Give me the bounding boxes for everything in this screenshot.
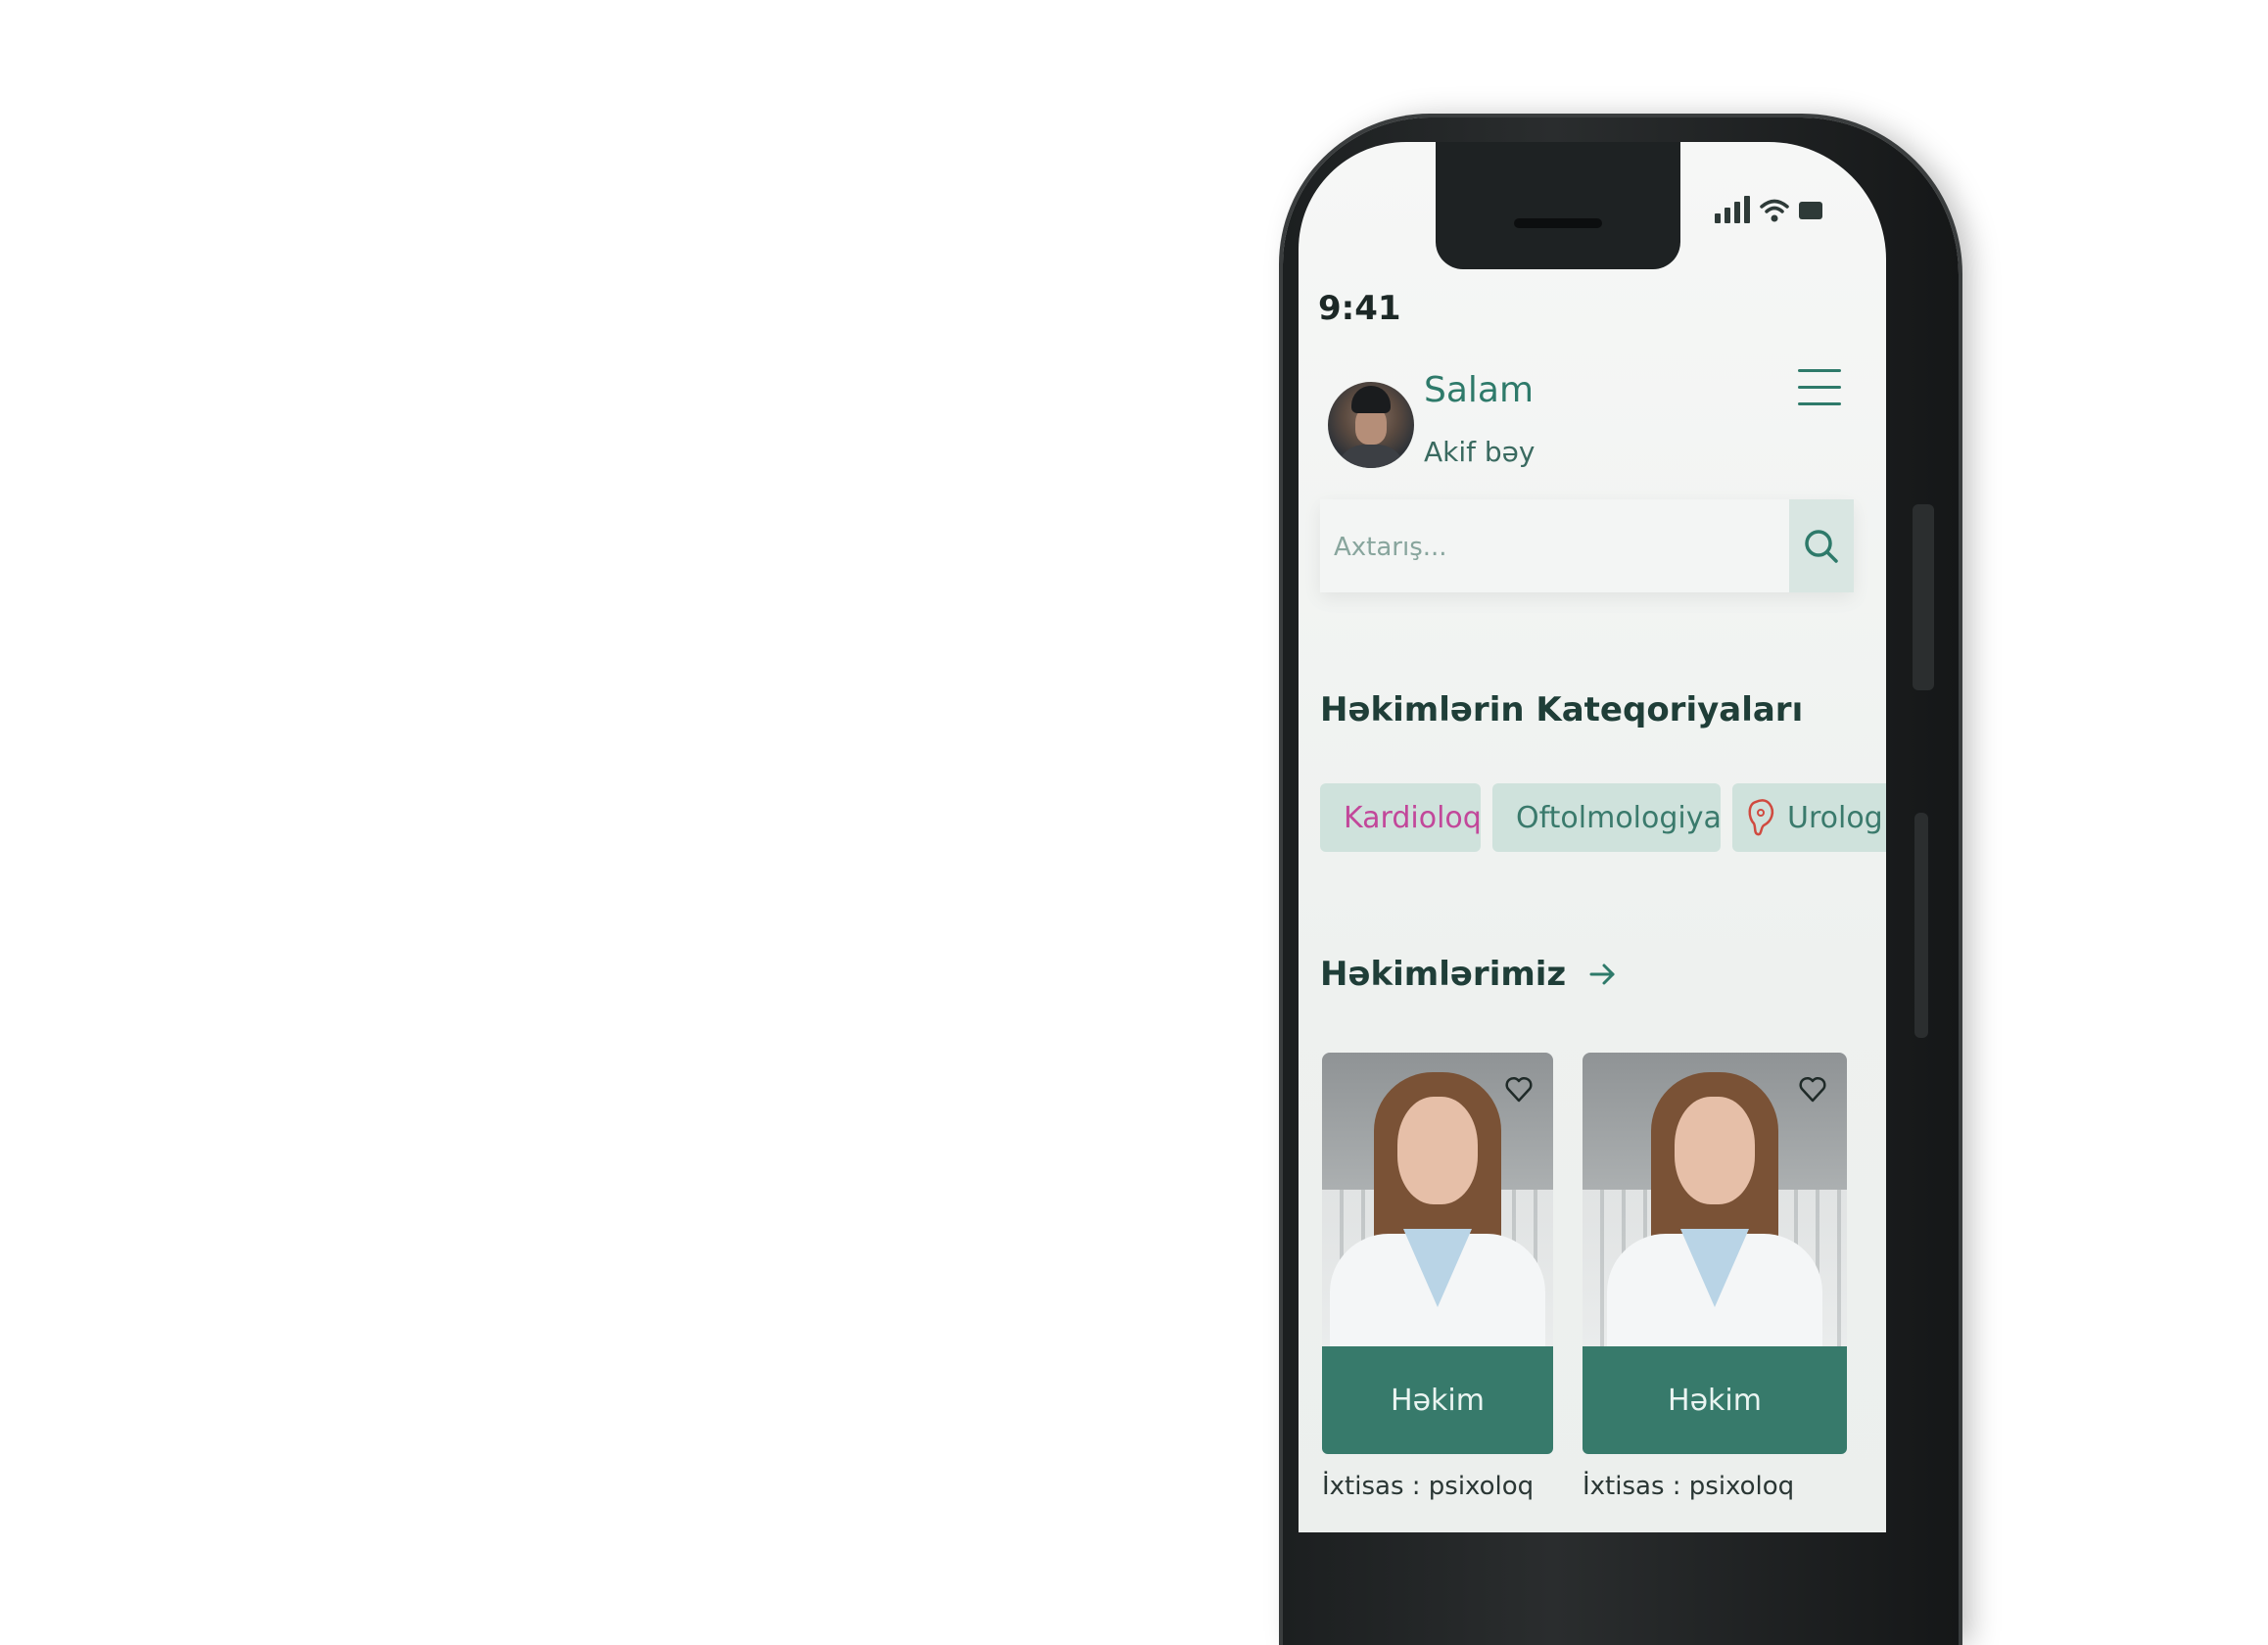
- wifi-icon: [1760, 199, 1789, 222]
- doctor-role-button[interactable]: Həkim: [1583, 1346, 1847, 1454]
- search-input[interactable]: [1332, 525, 1767, 570]
- notch: [1436, 142, 1680, 269]
- menu-icon[interactable]: [1798, 369, 1841, 418]
- signal-icon: [1715, 196, 1750, 223]
- doctors-section-header: Həkimlərimiz: [1320, 955, 1617, 994]
- side-button: [1914, 813, 1928, 1038]
- heart-icon[interactable]: [1798, 1076, 1827, 1104]
- category-list: Kardioloq Oftolmologiya Urolog: [1320, 783, 1886, 852]
- doctors-title: Həkimlərimiz: [1320, 955, 1567, 994]
- doctor-card[interactable]: Həkim İxtisas : psixoloq: [1322, 1053, 1553, 1501]
- status-icons: [1715, 196, 1822, 223]
- search-button[interactable]: [1789, 499, 1854, 592]
- category-chip-urolog[interactable]: Urolog: [1732, 783, 1886, 852]
- battery-icon: [1799, 202, 1822, 219]
- doctor-photo: [1322, 1053, 1553, 1356]
- status-time: 9:41: [1318, 289, 1401, 328]
- doctor-role-button[interactable]: Həkim: [1322, 1346, 1553, 1454]
- category-label: Urolog: [1787, 800, 1883, 835]
- doctor-specialty: İxtisas : psixoloq: [1322, 1472, 1535, 1501]
- category-label: Oftolmologiya: [1516, 800, 1722, 835]
- categories-title: Həkimlərin Kateqoriyaları: [1320, 690, 1804, 729]
- doctor-specialty: İxtisas : psixoloq: [1583, 1472, 1795, 1501]
- app-screen: 9:41 Salam Akif bəy Həkimlərin Kateqoriy…: [1299, 142, 1886, 1532]
- kidney-icon: [1748, 799, 1774, 836]
- search-bar: [1320, 499, 1854, 592]
- avatar[interactable]: [1328, 382, 1414, 468]
- doctor-card[interactable]: Həkim İxtisas : psixoloq: [1583, 1053, 1847, 1501]
- category-chip-oftolmologiya[interactable]: Oftolmologiya: [1492, 783, 1722, 852]
- search-icon: [1805, 529, 1838, 563]
- user-name: Akif bəy: [1424, 436, 1536, 468]
- category-label: Kardioloq: [1344, 800, 1482, 835]
- doctor-photo: [1583, 1053, 1847, 1356]
- speaker: [1514, 218, 1602, 228]
- power-button: [1913, 504, 1934, 690]
- arrow-right-icon[interactable]: [1589, 963, 1617, 986]
- heart-icon[interactable]: [1504, 1076, 1534, 1104]
- greeting-text: Salam: [1424, 370, 1535, 410]
- category-chip-kardioloq[interactable]: Kardioloq: [1320, 783, 1482, 852]
